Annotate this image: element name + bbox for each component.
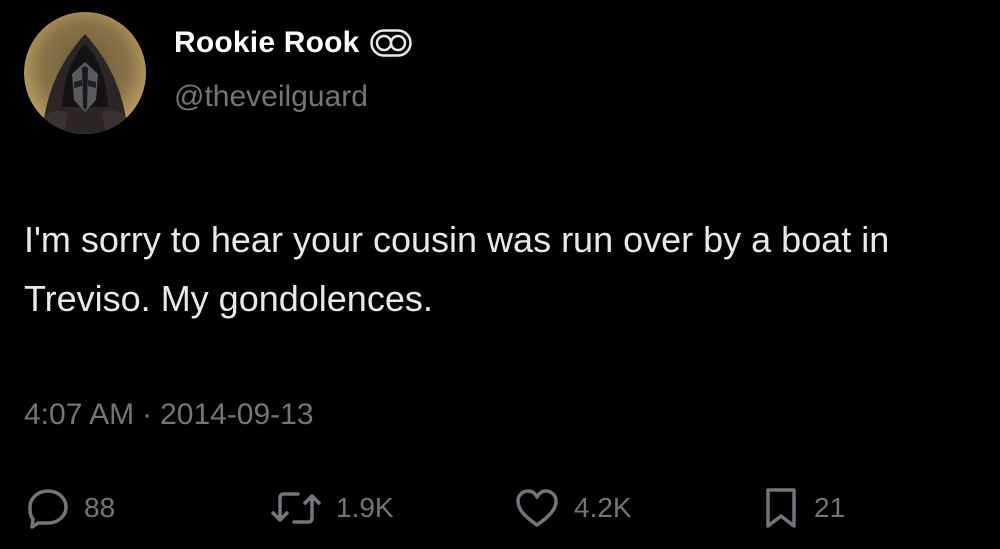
hooded-knight-avatar-icon [24,12,146,134]
infinity-badge-icon [369,29,412,57]
bookmark-count: 21 [814,492,846,523]
display-name[interactable]: Rookie Rook [174,26,360,60]
reply-button[interactable]: 88 [26,486,115,530]
tweet-time: 4:07 AM [24,398,135,431]
reply-count: 88 [84,492,116,523]
retweet-count: 1.9K [336,492,394,523]
user-handle[interactable]: @theveilguard [174,80,368,114]
like-count: 4.2K [574,492,632,523]
heart-icon [516,489,558,527]
tweet-actions: 88 1.9K 4.2K 21 [24,486,974,534]
tweet-card: Rookie Rook @theveilguard I'm sorry to h… [0,0,1000,549]
retweet-icon [271,492,321,524]
timestamp-row[interactable]: 4:07 AM · 2014-09-13 [24,398,314,432]
retweet-button[interactable]: 1.9K [270,486,394,530]
display-name-row: Rookie Rook [174,26,412,60]
tweet-date: 2014-09-13 [160,398,314,431]
bookmark-icon [766,488,796,528]
like-button[interactable]: 4.2K [514,486,632,530]
timestamp-separator: · [142,398,153,431]
bookmark-button[interactable]: 21 [762,486,845,530]
avatar[interactable] [24,12,146,134]
reply-icon [28,489,68,529]
tweet-text: I'm sorry to hear your cousin was run ov… [24,219,890,319]
